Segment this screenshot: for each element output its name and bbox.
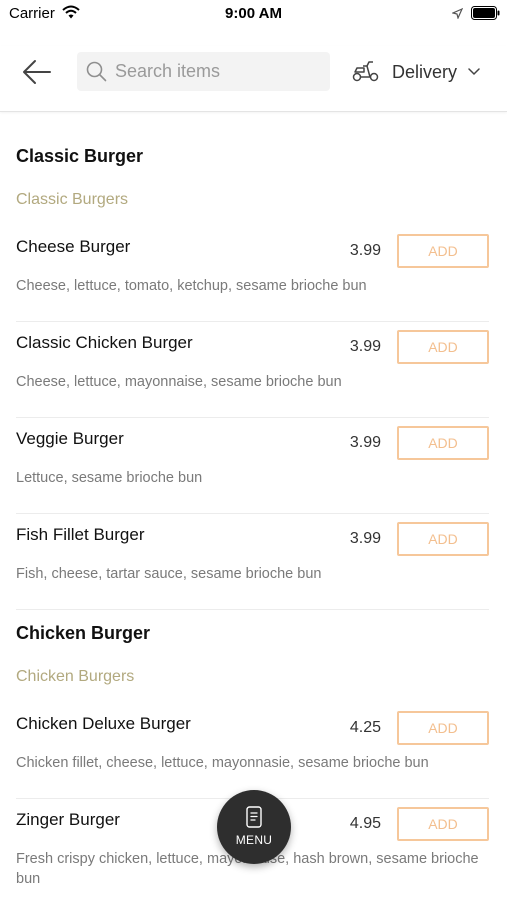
status-time: 9:00 AM <box>225 5 282 22</box>
subcategory-title: Classic Burgers <box>16 191 129 208</box>
add-button[interactable]: ADD <box>397 234 489 268</box>
item-name: Chicken Deluxe Burger <box>16 714 191 733</box>
item-name: Veggie Burger <box>16 429 124 448</box>
item-price: 3.99 <box>349 242 381 259</box>
scooter-icon <box>352 61 379 82</box>
item-price: 3.99 <box>349 530 381 547</box>
item-price: 3.99 <box>349 338 381 355</box>
menu-list: Classic Burger Classic Burgers Cheese Bu… <box>0 113 507 900</box>
search-icon <box>86 61 107 82</box>
item-description: Cheese, lettuce, mayonnaise, sesame brio… <box>16 374 342 390</box>
item-name: Zinger Burger <box>16 810 120 829</box>
menu-icon <box>246 806 262 828</box>
battery-icon <box>471 6 500 20</box>
item-description: Lettuce, sesame brioche bun <box>16 470 203 486</box>
item-price: 3.99 <box>349 434 381 451</box>
chevron-down-icon <box>468 68 480 76</box>
add-button[interactable]: ADD <box>397 807 489 841</box>
menu-item: Veggie Burger 3.99 ADD Lettuce, sesame b… <box>16 418 489 514</box>
menu-item: Chicken Deluxe Burger 4.25 ADD Chicken f… <box>16 703 489 799</box>
delivery-selector[interactable]: Delivery <box>352 56 487 88</box>
back-arrow-icon[interactable] <box>22 58 52 86</box>
search-input[interactable] <box>115 52 320 91</box>
item-description: Chicken fillet, cheese, lettuce, mayonna… <box>16 755 429 771</box>
menu-item: Cheese Burger 3.99 ADD Cheese, lettuce, … <box>16 226 489 322</box>
category-title: Chicken Burger <box>16 623 151 643</box>
menu-item: Fish Fillet Burger 3.99 ADD Fish, cheese… <box>16 514 489 610</box>
item-name: Classic Chicken Burger <box>16 333 193 352</box>
add-button[interactable]: ADD <box>397 522 489 556</box>
status-bar: Carrier 9:00 AM <box>0 0 507 28</box>
add-button[interactable]: ADD <box>397 426 489 460</box>
item-name: Cheese Burger <box>16 237 131 256</box>
subcategory-title: Chicken Burgers <box>16 668 135 685</box>
add-button[interactable]: ADD <box>397 711 489 745</box>
header: Delivery <box>0 46 507 112</box>
item-description: Cheese, lettuce, tomato, ketchup, sesame… <box>16 278 367 294</box>
item-price: 4.95 <box>349 815 381 832</box>
search-box[interactable] <box>77 52 330 91</box>
item-price: 4.25 <box>349 719 381 736</box>
item-name: Fish Fillet Burger <box>16 525 145 544</box>
menu-fab-label: MENU <box>235 833 273 847</box>
category-title: Classic Burger <box>16 146 144 166</box>
delivery-label: Delivery <box>392 62 458 82</box>
item-description: Fish, cheese, tartar sauce, sesame brioc… <box>16 566 322 582</box>
location-icon <box>452 8 463 19</box>
add-button[interactable]: ADD <box>397 330 489 364</box>
menu-item: Classic Chicken Burger 3.99 ADD Cheese, … <box>16 322 489 418</box>
menu-fab-button[interactable]: MENU <box>217 790 291 864</box>
